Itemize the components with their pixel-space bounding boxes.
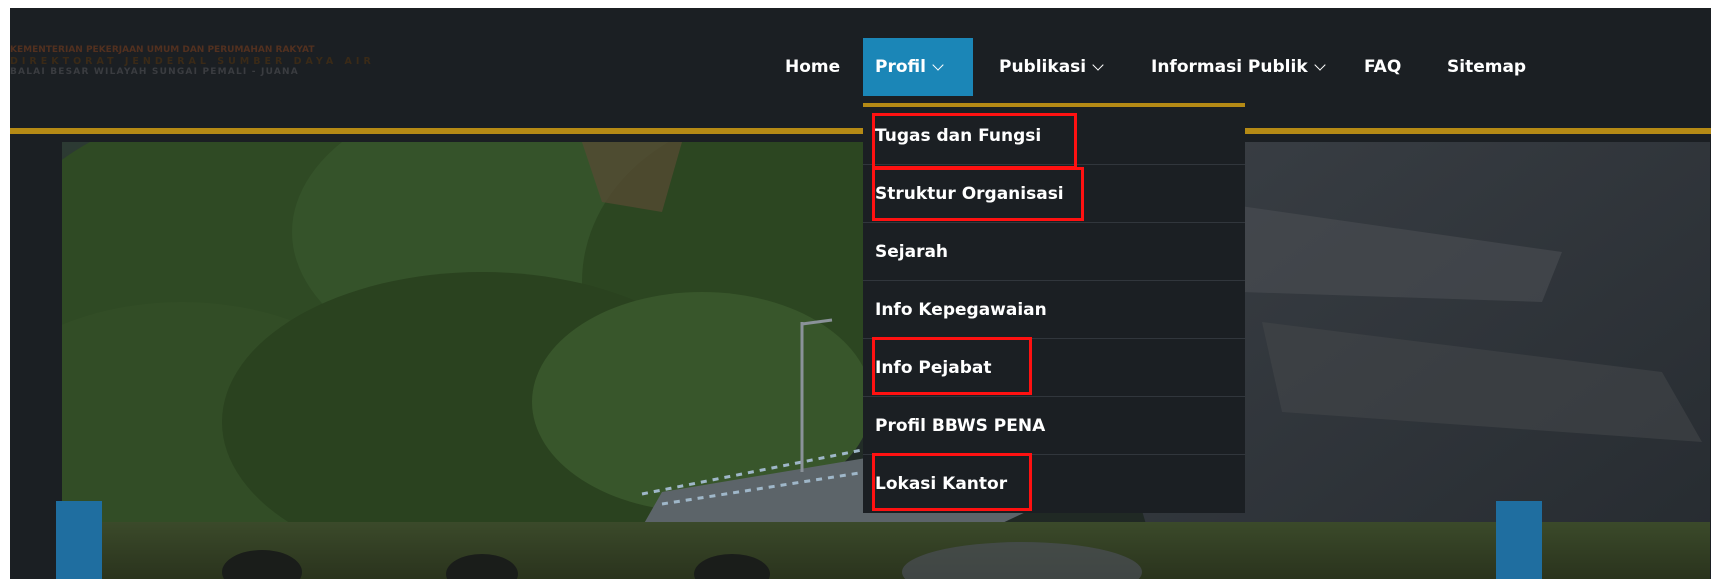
nav-sitemap-label: Sitemap	[1447, 57, 1527, 77]
chevron-down-icon	[1313, 58, 1326, 71]
nav-publikasi[interactable]: Publikasi	[987, 38, 1114, 96]
nav-faq-label: FAQ	[1364, 57, 1402, 77]
menu-item-info-pejabat[interactable]: Info Pejabat	[863, 339, 1245, 397]
nav-publikasi-label: Publikasi	[999, 57, 1087, 77]
carousel-prev-button[interactable]	[56, 501, 102, 579]
gold-divider	[10, 128, 1711, 134]
menu-item-profil-bbws-pena[interactable]: Profil BBWS PENA	[863, 397, 1245, 455]
chevron-down-icon	[1092, 58, 1104, 71]
menu-item-lokasi-kantor[interactable]: Lokasi Kantor	[863, 455, 1245, 513]
menu-item-sejarah[interactable]: Sejarah	[863, 223, 1245, 281]
nav-profil[interactable]: Profil	[863, 38, 973, 96]
nav-sitemap[interactable]: Sitemap	[1435, 38, 1538, 96]
main-nav: Home Profil Publikasi Informasi Publik F…	[10, 38, 1711, 96]
menu-item-info-kepegawaian[interactable]: Info Kepegawaian	[863, 281, 1245, 339]
chevron-down-icon	[932, 58, 944, 71]
nav-informasi-publik[interactable]: Informasi Publik	[1139, 38, 1336, 96]
menu-item-struktur-organisasi[interactable]: Struktur Organisasi	[863, 165, 1245, 223]
page-frame: KEMENTERIAN PEKERJAAN UMUM DAN PERUMAHAN…	[10, 8, 1711, 579]
nav-home-label: Home	[785, 57, 841, 77]
profil-dropdown-menu: Tugas dan Fungsi Struktur Organisasi Sej…	[863, 103, 1245, 513]
menu-item-tugas-dan-fungsi[interactable]: Tugas dan Fungsi	[863, 107, 1245, 165]
carousel-next-button[interactable]	[1496, 501, 1542, 579]
nav-faq[interactable]: FAQ	[1352, 38, 1413, 96]
nav-profil-label: Profil	[875, 57, 926, 77]
nav-home[interactable]: Home	[773, 38, 852, 96]
nav-informasi-publik-label: Informasi Publik	[1151, 57, 1308, 77]
